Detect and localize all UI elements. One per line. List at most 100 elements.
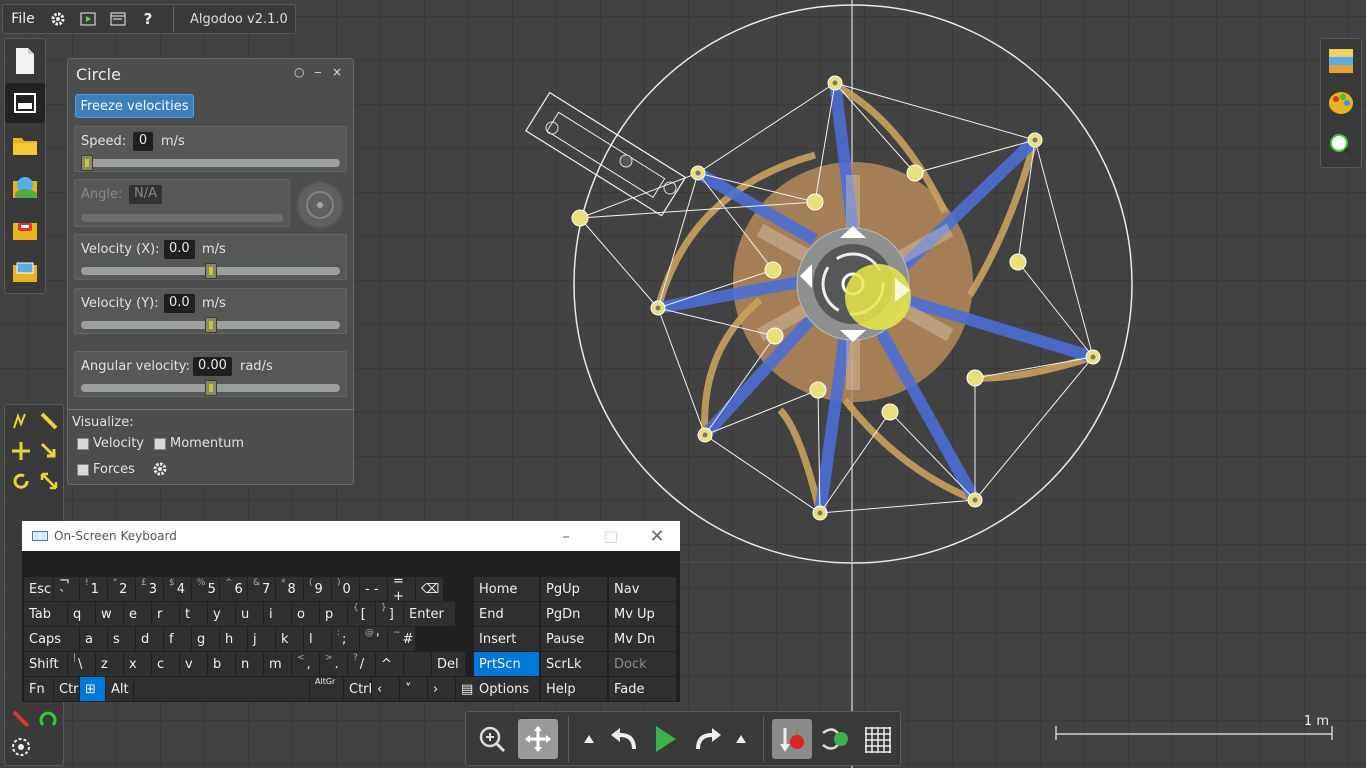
freeze-velocities-button[interactable]: Freeze velocities (75, 94, 194, 118)
key-options[interactable]: Options (474, 677, 539, 701)
velocity-y-slider-knob[interactable] (204, 317, 217, 333)
velocity-y-value[interactable]: 0.0 (164, 294, 195, 313)
key-help[interactable]: Help (541, 677, 607, 701)
key-fade[interactable]: Fade (609, 677, 676, 701)
key-shift[interactable]: Shift (24, 652, 67, 676)
key-insert[interactable]: Insert (474, 627, 539, 651)
key-ctrl[interactable]: Ctrl (54, 677, 79, 701)
velocity-y-slider[interactable] (81, 317, 340, 333)
velocity-checkbox[interactable]: Velocity (77, 436, 144, 451)
key-4[interactable]: $4 (164, 577, 191, 601)
key-o[interactable]: o (292, 602, 319, 626)
key-symbol[interactable]: {[ (348, 602, 375, 626)
grid-icon[interactable] (858, 719, 898, 759)
key-f[interactable]: f (164, 627, 191, 651)
window-icon[interactable] (103, 5, 133, 33)
key-alt[interactable]: Alt (106, 677, 133, 701)
key-caps[interactable]: Caps (24, 627, 79, 651)
panel-pin-icon[interactable]: ○ (294, 65, 304, 79)
key-symbol[interactable]: ? / (348, 652, 375, 676)
undo-icon[interactable] (604, 719, 644, 759)
key-g[interactable]: g (192, 627, 219, 651)
key-c[interactable]: c (152, 652, 179, 676)
play-icon[interactable] (646, 719, 686, 759)
key-symbol[interactable]: - - (360, 577, 387, 601)
key-symbol[interactable]: @ ' (360, 627, 387, 651)
key-n[interactable]: n (236, 652, 263, 676)
new-scene-icon[interactable] (5, 41, 45, 81)
key-7[interactable]: & 7 (248, 577, 275, 601)
pencil-tool-icon[interactable] (37, 409, 61, 433)
key-q[interactable]: q (68, 602, 95, 626)
key-w[interactable]: w (96, 602, 123, 626)
key-home[interactable]: Home (474, 577, 539, 601)
key-symbol[interactable]: <, (292, 652, 319, 676)
air-friction-icon[interactable] (816, 719, 856, 759)
rotate-tool-icon[interactable] (9, 469, 33, 493)
key-symbol[interactable]: ¬ ` (54, 577, 79, 601)
gravity-icon[interactable] (772, 719, 812, 759)
key-pause[interactable]: Pause (541, 627, 607, 651)
angular-velocity-slider-knob[interactable] (204, 380, 217, 396)
key-ctrl[interactable]: Ctrl (344, 677, 371, 701)
settings-gear-icon[interactable] (43, 5, 73, 33)
key-l[interactable]: l (304, 627, 331, 651)
palette-icon[interactable] (1321, 83, 1361, 123)
key-s[interactable]: s (108, 627, 135, 651)
key-m[interactable]: m (264, 652, 291, 676)
sketch-tool-icon[interactable] (9, 409, 33, 433)
open-folder-icon[interactable] (5, 125, 45, 165)
key-z[interactable]: z (96, 652, 123, 676)
key-scrlk[interactable]: ScrLk (541, 652, 607, 676)
key-b[interactable]: b (208, 652, 235, 676)
key-symbol[interactable]: | \ (68, 652, 95, 676)
key-esc[interactable]: Esc (24, 577, 53, 601)
key-prtscn[interactable]: PrtScn (474, 652, 539, 676)
key-9[interactable]: (9 (304, 577, 331, 601)
key-k[interactable]: k (276, 627, 303, 651)
key-symbol[interactable]: ⌫ (416, 577, 443, 601)
key-symbol[interactable]: }] (376, 602, 403, 626)
scale-tool-icon[interactable] (37, 469, 61, 493)
key-del[interactable]: Del (432, 652, 465, 676)
zoom-icon[interactable] (472, 719, 512, 759)
key-symbol[interactable]: :; (332, 627, 359, 651)
key-2[interactable]: " 2 (108, 577, 135, 601)
panel-minimize-icon[interactable]: ‒ (314, 65, 322, 79)
key-symbol[interactable]: ⊞ (80, 677, 105, 701)
velocity-x-slider[interactable] (81, 263, 340, 279)
key-space[interactable] (404, 652, 431, 676)
file-menu[interactable]: File (3, 5, 43, 33)
key-8[interactable]: * 8 (276, 577, 303, 601)
velocity-x-slider-knob[interactable] (204, 263, 217, 279)
key-fn[interactable]: Fn (24, 677, 53, 701)
undo-menu-arrow-icon[interactable] (572, 719, 606, 759)
key-symbol[interactable]: ^ (376, 652, 403, 676)
key-t[interactable]: t (180, 602, 207, 626)
play-window-icon[interactable] (73, 5, 103, 33)
clear-scene-icon[interactable] (5, 83, 45, 123)
key-symbol[interactable]: ˅ (400, 677, 427, 701)
speed-slider-knob[interactable] (81, 155, 93, 171)
speed-value[interactable]: 0 (133, 132, 153, 151)
key-d[interactable]: d (136, 627, 163, 651)
spiral-tool-icon[interactable] (9, 735, 33, 759)
panel-close-icon[interactable]: × (332, 65, 342, 79)
key-j[interactable]: j (248, 627, 275, 651)
angular-velocity-slider[interactable] (81, 380, 340, 396)
key-v[interactable]: v (180, 652, 207, 676)
momentum-checkbox[interactable]: Momentum (154, 436, 244, 451)
angle-dial[interactable] (296, 181, 344, 229)
key-3[interactable]: £3 (136, 577, 163, 601)
key-symbol[interactable]: >. (320, 652, 347, 676)
car-folder-icon[interactable] (5, 209, 45, 249)
speed-slider[interactable] (81, 155, 340, 171)
key-pgup[interactable]: PgUp (541, 577, 607, 601)
key-end[interactable]: End (474, 602, 539, 626)
redo-menu-arrow-icon[interactable] (724, 719, 758, 759)
angular-velocity-value[interactable]: 0.00 (193, 357, 232, 376)
key-5[interactable]: % 5 (192, 577, 219, 601)
key-1[interactable]: ! 1 (80, 577, 107, 601)
keyboard-close-icon[interactable]: ✕ (634, 521, 680, 551)
key-p[interactable]: p (320, 602, 347, 626)
